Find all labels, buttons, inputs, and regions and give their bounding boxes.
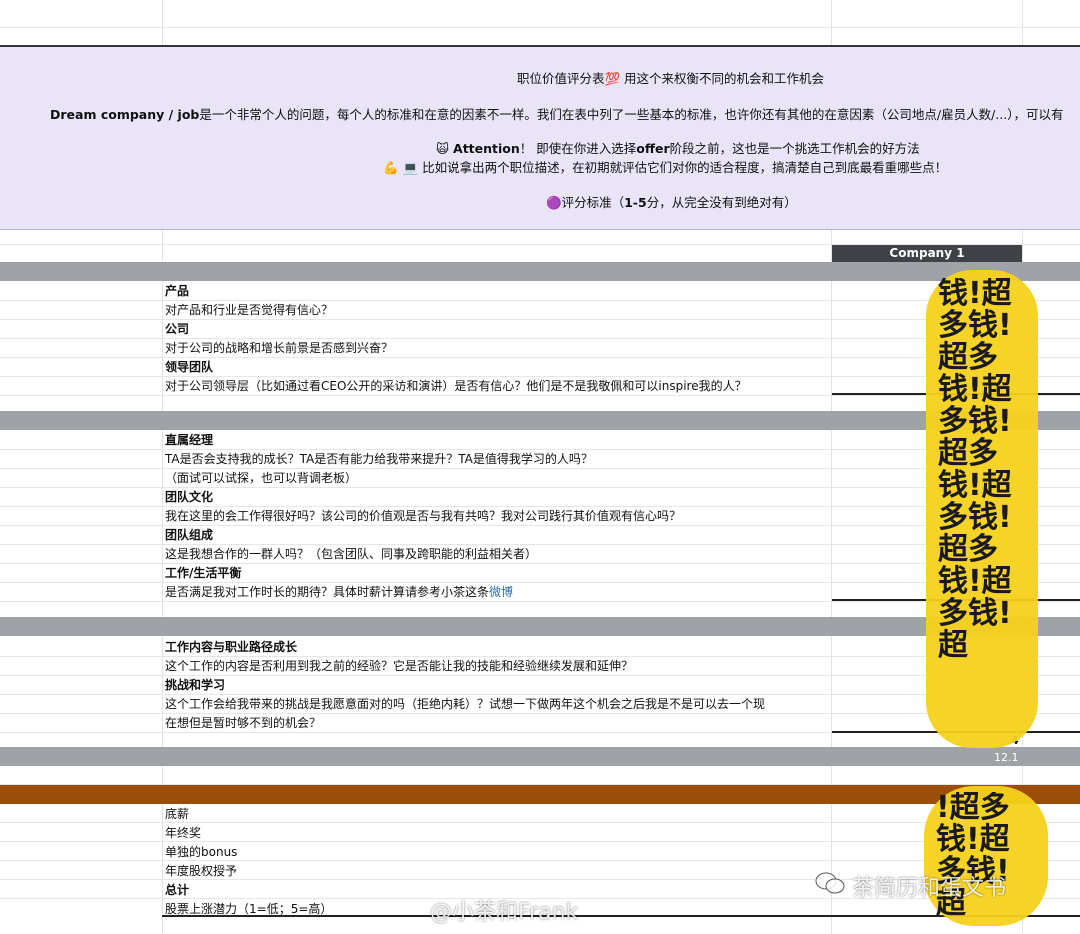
scream-icon: 🙀 (436, 141, 450, 156)
grid-row-line (0, 357, 1080, 358)
criterion-title-balance: 工作/生活平衡 (165, 566, 242, 580)
criterion-desc-career: 这个工作的内容是否利用到我之前的经验？它是否能让我的技能和经验继续发展和延伸？ (165, 659, 634, 673)
grid-row-line (0, 675, 1080, 676)
criterion-desc-product: 对产品和行业是否觉得有信心？ (165, 303, 334, 317)
intro-bold: Dream company / job (50, 107, 200, 122)
criterion-title-company: 公司 (165, 322, 190, 336)
comp-base-salary: 底薪 (165, 807, 190, 821)
criterion-title-career: 工作内容与职业路径成长 (165, 640, 298, 654)
sheet-title: 职位价值评分表💯 用这个来权衡不同的机会和工作机会 (517, 71, 825, 86)
tip-text: 比如说拿出两个职位描述，在初期就评估它们对你的适合程度，搞清楚自己到底最看重哪些… (422, 160, 948, 175)
grid-row-line (0, 376, 1080, 377)
muscle-laptop-icon: 💪 💻 (383, 160, 419, 175)
grid-row-line (0, 601, 1080, 602)
grid-row-line (0, 506, 1080, 507)
criterion-title-leadership: 领导团队 (165, 360, 214, 374)
grid-row-line (0, 487, 1080, 488)
grid-row-line (0, 656, 1080, 657)
criterion-title-culture: 团队文化 (165, 490, 214, 504)
intro-text: 是一个非常个人的问题，每个人的标准和在意的因素不一样。我们在表中列了一些基本的标… (199, 107, 1064, 122)
section-band-2 (0, 411, 1080, 430)
comp-total: 总计 (165, 883, 190, 897)
criterion-desc-balance: 是否满足我对工作时长的期待？具体时薪计算请参考小茶这条微博 (165, 584, 513, 600)
grid-row-line (0, 468, 1080, 469)
grid-row-line (0, 860, 1080, 861)
balance-text: 是否满足我对工作时长的期待？具体时薪计算请参考小茶这条 (165, 585, 490, 599)
grid-row-line (0, 300, 1080, 301)
comp-stock-upside: 股票上涨潜力（1=低；5=高） (165, 902, 333, 916)
intro-paragraph: Dream company / job是一个非常个人的问题，每个人的标准和在意的… (50, 104, 1063, 123)
wechat-watermark: 茶简历和蛋文书 (852, 876, 1007, 901)
wechat-icon (815, 872, 845, 894)
criterion-title-manager: 直属经理 (165, 433, 214, 447)
comp-separate-bonus: 单独的bonus (165, 845, 238, 859)
attention-label: Attention (453, 141, 520, 156)
subtotal-value: 12.1 (994, 751, 1019, 764)
attention-offer: offer (636, 141, 670, 156)
criterion-desc-culture: 我在这里的会工作得很好吗？该公司的价值观是否与我有共鸣？我对公司践行其价值观有信… (165, 509, 682, 523)
rating-pre: 评分标准（ (561, 195, 625, 210)
grid-row-line (0, 395, 1080, 396)
grid-row-line (0, 841, 1080, 842)
grid-row-line (0, 694, 1080, 695)
grid-row-line (0, 319, 1080, 320)
grid-row-line (0, 525, 1080, 526)
weibo-link[interactable]: 微博 (489, 585, 513, 599)
grid-row-line (0, 338, 1080, 339)
grid-row-line (0, 544, 1080, 545)
criterion-desc-team: 这是我想合作的一群人吗？（包含团队、同事及跨职能的利益相关者） (165, 547, 538, 561)
rating-range: 1-5 (624, 195, 647, 210)
section-band-1 (0, 262, 1080, 281)
criterion-desc-challenge: 这个工作会给我带来的挑战是我愿意面对的吗（拒绝内耗）？试想一下做两年这个机会之后… (165, 697, 766, 711)
criterion-title-product: 产品 (165, 284, 190, 298)
subtotal-band (0, 747, 1080, 766)
grid-row-line (0, 822, 1080, 823)
criterion-desc-leadership: 对于公司领导层（比如通过看CEO公开的采访和演讲）是否有信心？他们是不是我敬佩和… (165, 379, 747, 393)
company-1-header[interactable]: Company 1 (832, 245, 1022, 262)
attention-line: 🙀 Attention！ 即使在你进入选择offer阶段之前，这也是一个挑选工作… (436, 138, 920, 157)
criterion-desc-manager-note: （面试可以试探，也可以背调老板） (165, 471, 358, 485)
grid-row-line (0, 563, 1080, 564)
criterion-title-challenge: 挑战和学习 (165, 678, 226, 692)
rating-post: 分，从完全没有到绝对有） (646, 195, 797, 210)
tip-line: 💪 💻 比如说拿出两个职位描述，在初期就评估它们对你的适合程度，搞清楚自己到底最… (383, 157, 947, 176)
compensation-band (0, 785, 1080, 804)
weibo-watermark: @小茶和Frank (430, 900, 579, 925)
grid-row-line (0, 449, 1080, 450)
rating-line: 🟣评分标准（1-5分，从完全没有到绝对有） (546, 192, 797, 211)
criterion-title-team: 团队组成 (165, 528, 214, 542)
section-band-3 (0, 617, 1080, 636)
criterion-desc-company: 对于公司的战略和增长前景是否感到兴奋？ (165, 341, 394, 355)
grid-row-line (0, 713, 1080, 714)
highlighter-text-upper: 钱!超多钱!超多钱!超多钱!超多钱!超多钱!超多钱!超多钱!超 (938, 278, 1012, 663)
attention-tail: 阶段之前，这也是一个挑选工作机会的好方法 (669, 141, 920, 156)
grid-row-line (0, 582, 1080, 583)
criterion-desc-manager: TA是否会支持我的成长？TA是否有能力给我带来提升？TA是值得我学习的人吗？ (165, 452, 593, 466)
criterion-desc-challenge-2: 在想但是暂时够不到的机会？ (165, 716, 322, 730)
comp-equity-grant: 年度股权授予 (165, 864, 238, 878)
attention-text: ！ 即使在你进入选择 (519, 141, 637, 156)
grid-row-line (0, 27, 1080, 28)
instructions-header: 职位价值评分表💯 用这个来权衡不同的机会和工作机会 Dream company … (0, 45, 1080, 230)
comp-annual-bonus: 年终奖 (165, 826, 202, 840)
purple-circle-icon: 🟣 (546, 195, 562, 210)
